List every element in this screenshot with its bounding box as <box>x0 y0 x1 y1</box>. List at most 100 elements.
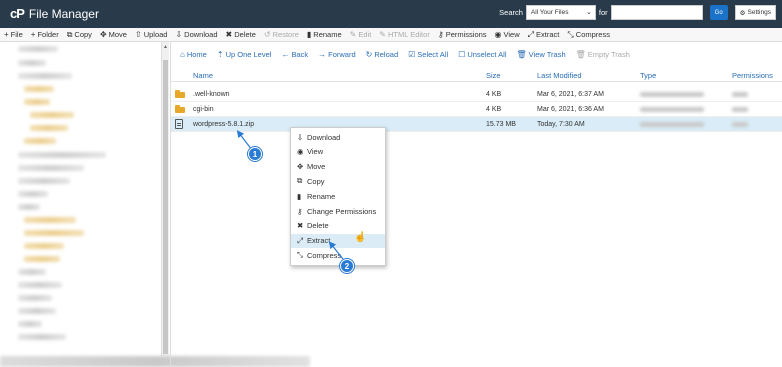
toolbar-html-editor-button[interactable]: ✎ HTML Editor <box>379 30 430 39</box>
toolbar-view-button[interactable]: ◉ View <box>495 30 520 39</box>
toolbar-download-button[interactable]: ⇩ Download <box>175 30 217 39</box>
key-icon: ⚷ <box>437 29 444 39</box>
context-menu-rename[interactable]: ▮ Rename <box>291 189 385 203</box>
directory-tree-item-redacted[interactable] <box>18 321 42 327</box>
toolbar-permissions-button[interactable]: ⚷ Permissions <box>438 30 487 39</box>
directory-tree-item-redacted[interactable] <box>18 178 70 184</box>
directory-tree-item-redacted[interactable] <box>18 282 62 288</box>
toolbar-extract-button[interactable]: ⤢ Extract <box>528 30 560 39</box>
context-menu-extract[interactable]: ⤢ Extract <box>291 233 385 248</box>
settings-button[interactable]: ⚙ Settings <box>734 5 776 20</box>
nav-select-all-button[interactable]: ☑ Select All <box>408 50 448 59</box>
column-size[interactable]: Size <box>486 71 501 80</box>
toolbar-edit-button[interactable]: ✎ Edit <box>350 30 372 39</box>
empty-trash-icon: 🗑 <box>575 49 586 59</box>
column-last-modified[interactable]: Last Modified <box>537 71 582 80</box>
context-menu-download[interactable]: ⇩ Download <box>291 130 385 144</box>
file-name[interactable]: cgi-bin <box>193 106 214 113</box>
directory-tree-item-redacted[interactable] <box>24 86 54 92</box>
nav-view-trash-button[interactable]: 🗑 View Trash <box>517 50 566 59</box>
top-bar: cP File Manager Search All Your Files ⌄ … <box>0 0 782 28</box>
directory-tree-item-redacted[interactable] <box>24 243 64 249</box>
up-level-icon: ⇡ <box>216 49 224 59</box>
scrollbar-thumb[interactable] <box>163 60 168 354</box>
go-button[interactable]: Go <box>709 5 728 20</box>
toolbar-restore-button[interactable]: ↺ Restore <box>264 30 299 39</box>
directory-tree-item-redacted[interactable] <box>24 256 60 262</box>
scroll-up-icon[interactable]: ▲ <box>163 44 168 50</box>
nav-label: Reload <box>374 49 399 59</box>
context-menu-delete[interactable]: ✖ Delete <box>291 219 385 233</box>
directory-tree-item-redacted[interactable] <box>18 295 52 301</box>
nav-forward-button[interactable]: → Forward <box>318 50 356 59</box>
directory-tree-item-redacted[interactable] <box>24 99 50 105</box>
toolbar-folder-button[interactable]: + Folder <box>31 30 59 39</box>
search-area: Search All Your Files ⌄ for Go ⚙ Setting… <box>499 5 776 20</box>
nav-unselect-all-button[interactable]: ☐ Unselect All <box>458 50 506 59</box>
toolbar-delete-button[interactable]: ✖ Delete <box>226 30 256 39</box>
context-menu-move[interactable]: ✥ Move <box>291 160 385 174</box>
directory-tree-item-redacted[interactable] <box>18 191 48 197</box>
file-list-panel: ⌂ Home ⇡ Up One Level ← Back → Forward ↻ Reload ☑ S… <box>170 42 782 367</box>
toolbar-rename-button[interactable]: ▮ Rename <box>307 30 342 39</box>
directory-tree-item-redacted[interactable] <box>24 138 56 144</box>
context-menu: ⇩ Download ◉ View ✥ Move ⧉ Copy ▮ Rename ⚷ Change P… <box>290 127 386 266</box>
directory-tree-item-redacted[interactable] <box>18 60 46 66</box>
annotation-badge-1: 1 <box>248 147 262 161</box>
toolbar-label: Upload <box>143 30 168 39</box>
directory-tree-item-redacted[interactable] <box>18 46 58 52</box>
directory-tree-item-redacted[interactable] <box>18 73 72 79</box>
unselect-all-icon: ☐ <box>458 49 466 59</box>
copy-icon: ⧉ <box>297 176 303 186</box>
toolbar-label: Delete <box>234 30 256 39</box>
directory-tree-item-redacted[interactable] <box>18 334 66 340</box>
context-menu-change-permissions[interactable]: ⚷ Change Permissions <box>291 204 385 218</box>
toolbar-move-button[interactable]: ✥ Move <box>100 30 127 39</box>
compress-icon: ⤡ <box>297 250 303 260</box>
sidebar-scrollbar[interactable]: ▲ <box>161 42 169 356</box>
directory-tree-item-redacted[interactable] <box>24 217 76 223</box>
directory-tree-item-redacted[interactable] <box>18 204 40 210</box>
search-input[interactable] <box>610 5 703 20</box>
toolbar-label: Extract <box>536 30 560 39</box>
nav-home-button[interactable]: ⌂ Home <box>180 50 207 59</box>
toolbar-copy-button[interactable]: ⧉ Copy <box>67 30 92 39</box>
nav-up-one-level-button[interactable]: ⇡ Up One Level <box>217 50 272 59</box>
edit-icon: ✎ <box>349 29 357 39</box>
annotation-badge-2: 2 <box>340 259 354 273</box>
context-menu-view[interactable]: ◉ View <box>291 145 385 159</box>
app-title: File Manager <box>28 6 99 21</box>
cpanel-logo: cP <box>10 6 25 21</box>
search-scope-select[interactable]: All Your Files ⌄ <box>525 5 596 20</box>
directory-tree-item-redacted[interactable] <box>30 112 74 118</box>
column-type[interactable]: Type <box>640 71 656 80</box>
column-permissions[interactable]: Permissions <box>732 71 773 80</box>
directory-tree-item-redacted[interactable] <box>18 152 106 158</box>
search-scope-value: All Your Files <box>530 9 569 16</box>
toolbar-file-button[interactable]: + File <box>4 30 23 39</box>
file-name[interactable]: .well-known <box>193 91 230 98</box>
plus-icon: + <box>30 29 36 39</box>
table-row[interactable]: wordpress-5.8.1.zip 15.73 MB Today, 7:30 A… <box>171 117 782 132</box>
toolbar-compress-button[interactable]: ⤡ Compress <box>567 30 610 39</box>
toolbar-upload-button[interactable]: ⇧ Upload <box>135 30 167 39</box>
directory-tree-item-redacted[interactable] <box>18 165 84 171</box>
directory-tree-item-redacted[interactable] <box>30 125 68 131</box>
directory-tree-item-redacted[interactable] <box>24 230 84 236</box>
nav-back-button[interactable]: ← Back <box>281 50 308 59</box>
nav-reload-button[interactable]: ↻ Reload <box>366 50 398 59</box>
directory-tree-item-redacted[interactable] <box>18 269 46 275</box>
toolbar-label: Move <box>108 30 127 39</box>
column-name[interactable]: Name <box>193 71 213 80</box>
brand[interactable]: cP File Manager <box>10 6 99 21</box>
context-menu-copy[interactable]: ⧉ Copy <box>291 174 385 188</box>
directory-tree-item-redacted[interactable] <box>18 308 56 314</box>
file-permissions-redacted <box>732 107 748 112</box>
directory-tree[interactable] <box>0 42 170 367</box>
nav-empty-trash-button[interactable]: 🗑 Empty Trash <box>576 50 630 59</box>
pointer-hand-icon: ☝ <box>354 232 367 243</box>
table-row[interactable]: .well-known 4 KB Mar 6, 2021, 6:37 AM <box>171 87 782 102</box>
file-name[interactable]: wordpress-5.8.1.zip <box>193 121 254 128</box>
context-menu-compress[interactable]: ⤡ Compress <box>291 248 385 262</box>
table-row[interactable]: cgi-bin 4 KB Mar 6, 2021, 6:36 AM <box>171 102 782 117</box>
